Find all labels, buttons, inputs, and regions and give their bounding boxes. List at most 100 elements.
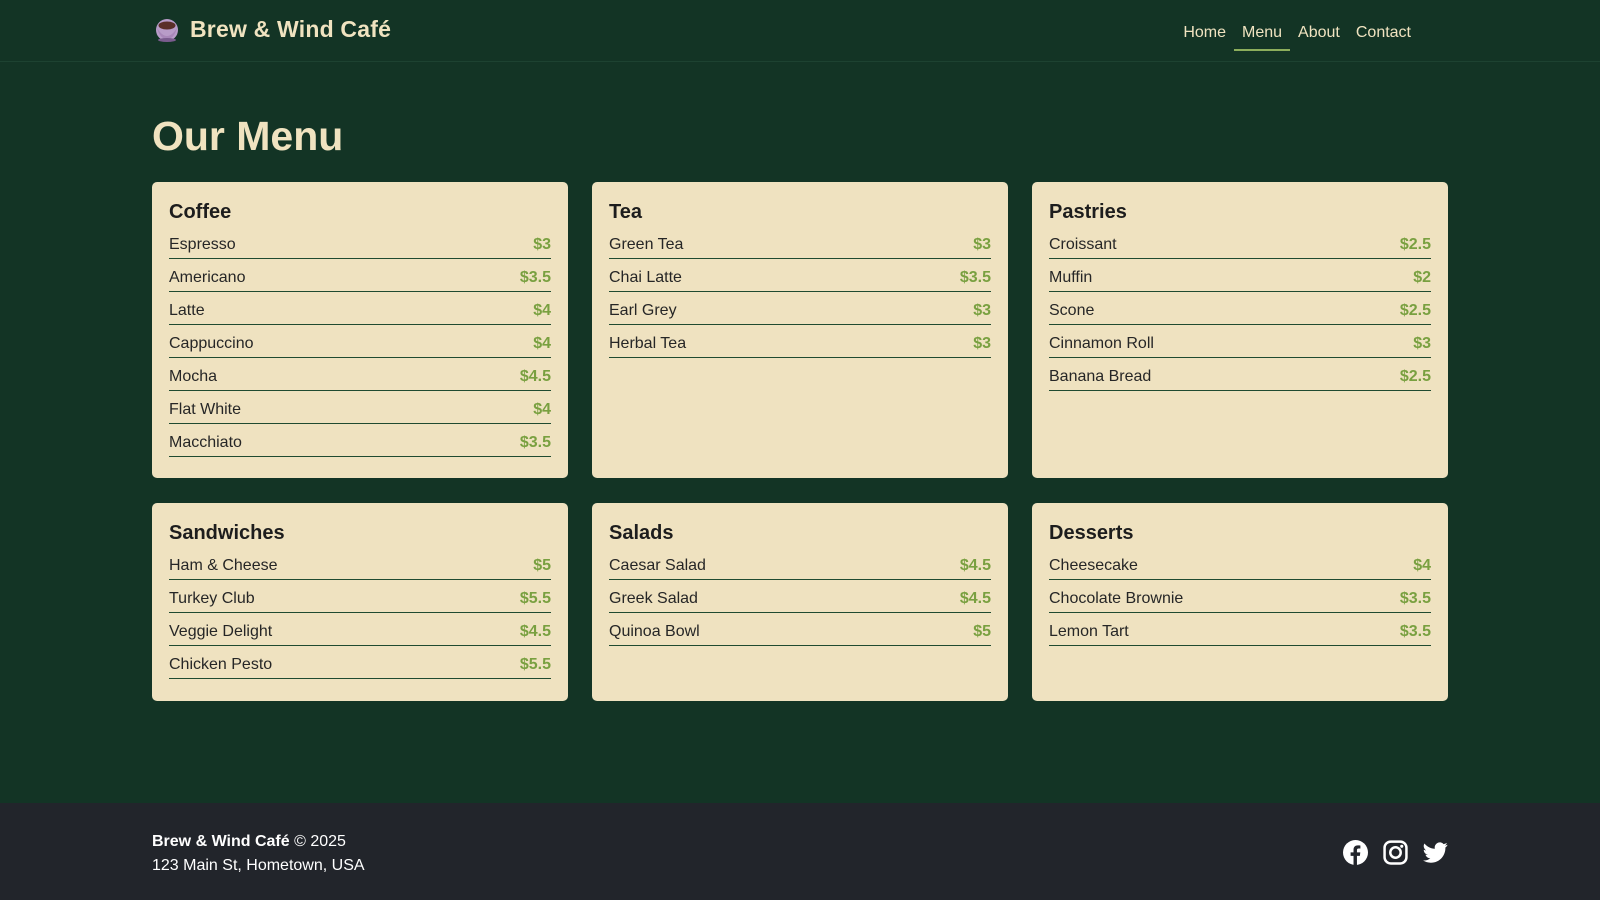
item-name: Turkey Club xyxy=(169,590,255,607)
item-name: Chocolate Brownie xyxy=(1049,590,1184,607)
coffee-cup-icon xyxy=(156,19,178,42)
menu-item: Mocha $4.5 xyxy=(169,358,551,391)
page-title: Our Menu xyxy=(152,113,344,159)
item-name: Mocha xyxy=(169,368,218,385)
item-price: $3 xyxy=(973,236,991,253)
item-name: Quinoa Bowl xyxy=(609,623,700,640)
menu-item: Chai Latte $3.5 xyxy=(609,259,991,292)
menu-item: Latte $4 xyxy=(169,292,551,325)
item-price: $4.5 xyxy=(519,368,551,385)
item-price: $3 xyxy=(1413,335,1431,352)
item-name: Macchiato xyxy=(169,434,242,451)
item-name: Scone xyxy=(1049,302,1095,319)
footer-info: Brew & Wind Café © 2025 123 Main St, Hom… xyxy=(152,830,365,878)
item-price: $2.5 xyxy=(1399,236,1431,253)
menu-card-sandwiches: Sandwiches Ham & Cheese $5 Turkey Club $5.… xyxy=(152,503,568,701)
item-name: Earl Grey xyxy=(609,302,677,319)
item-price: $5 xyxy=(973,623,991,640)
menu-item: Chocolate Brownie $3.5 xyxy=(1049,580,1431,613)
menu-item: Cinnamon Roll $3 xyxy=(1049,325,1431,358)
item-price: $3 xyxy=(973,335,991,352)
menu-item: Cappuccino $4 xyxy=(169,325,551,358)
item-name: Americano xyxy=(169,269,246,286)
item-name: Ham & Cheese xyxy=(169,557,278,574)
menu-item: Turkey Club $5.5 xyxy=(169,580,551,613)
item-price: $2.5 xyxy=(1399,302,1431,319)
menu-item: Banana Bread $2.5 xyxy=(1049,358,1431,391)
item-name: Banana Bread xyxy=(1049,368,1152,385)
item-name: Cinnamon Roll xyxy=(1049,335,1154,352)
instagram-icon[interactable] xyxy=(1383,840,1408,865)
item-name: Flat White xyxy=(169,401,242,418)
footer-copyright-line: Brew & Wind Café © 2025 xyxy=(152,830,365,854)
site-header: Brew & Wind Café Home Menu About Contact xyxy=(0,0,1600,62)
card-title: Coffee xyxy=(169,201,232,223)
item-name: Cappuccino xyxy=(169,335,254,352)
item-name: Chai Latte xyxy=(609,269,682,286)
item-price: $4 xyxy=(1413,557,1431,574)
item-name: Croissant xyxy=(1049,236,1117,253)
item-name: Muffin xyxy=(1049,269,1093,286)
item-price: $4 xyxy=(533,335,551,352)
item-price: $3.5 xyxy=(519,269,551,286)
menu-card-tea: Tea Green Tea $3 Chai Latte $3.5 Earl Grey… xyxy=(592,182,1008,478)
menu-item: Espresso $3 xyxy=(169,226,551,259)
menu-item: Quinoa Bowl $5 xyxy=(609,613,991,646)
menu-item: Chicken Pesto $5.5 xyxy=(169,646,551,679)
item-name: Espresso xyxy=(169,236,236,253)
item-price: $2 xyxy=(1413,269,1431,286)
nav-home[interactable]: Home xyxy=(1175,20,1234,51)
menu-item: Ham & Cheese $5 xyxy=(169,547,551,580)
item-name: Greek Salad xyxy=(609,590,698,607)
menu-item: Greek Salad $4.5 xyxy=(609,580,991,613)
menu-item: Herbal Tea $3 xyxy=(609,325,991,358)
menu-item: Earl Grey $3 xyxy=(609,292,991,325)
main-nav: Home Menu About Contact xyxy=(1175,20,1419,51)
item-price: $4.5 xyxy=(959,590,991,607)
nav-contact[interactable]: Contact xyxy=(1348,20,1419,51)
menu-grid: Coffee Espresso $3 Americano $3.5 Latte $4 … xyxy=(152,182,1448,701)
menu-item: Muffin $2 xyxy=(1049,259,1431,292)
item-price: $5.5 xyxy=(519,590,551,607)
item-price: $5.5 xyxy=(519,656,551,673)
item-price: $3.5 xyxy=(1399,623,1431,640)
menu-item: Americano $3.5 xyxy=(169,259,551,292)
item-name: Veggie Delight xyxy=(169,623,273,640)
menu-card-desserts: Desserts Cheesecake $4 Chocolate Brownie $… xyxy=(1032,503,1448,701)
card-title: Salads xyxy=(609,522,674,544)
item-name: Latte xyxy=(169,302,205,319)
nav-about[interactable]: About xyxy=(1290,20,1348,51)
menu-item: Caesar Salad $4.5 xyxy=(609,547,991,580)
brand[interactable]: Brew & Wind Café xyxy=(152,14,391,44)
menu-item: Cheesecake $4 xyxy=(1049,547,1431,580)
footer-address: 123 Main St, Hometown, USA xyxy=(152,857,365,874)
facebook-icon[interactable] xyxy=(1343,840,1368,865)
card-title: Desserts xyxy=(1049,522,1134,544)
menu-item: Veggie Delight $4.5 xyxy=(169,613,551,646)
menu-card-pastries: Pastries Croissant $2.5 Muffin $2 Scone $2.… xyxy=(1032,182,1448,478)
card-title: Sandwiches xyxy=(169,522,285,544)
menu-card-coffee: Coffee Espresso $3 Americano $3.5 Latte $4 … xyxy=(152,182,568,478)
item-price: $4 xyxy=(533,401,551,418)
item-name: Lemon Tart xyxy=(1049,623,1129,640)
menu-item: Scone $2.5 xyxy=(1049,292,1431,325)
menu-item: Macchiato $3.5 xyxy=(169,424,551,457)
item-price: $4 xyxy=(533,302,551,319)
item-price: $5 xyxy=(533,557,551,574)
nav-menu[interactable]: Menu xyxy=(1234,20,1291,51)
item-price: $3 xyxy=(533,236,551,253)
item-price: $3 xyxy=(973,302,991,319)
item-price: $4.5 xyxy=(959,557,991,574)
item-price: $2.5 xyxy=(1399,368,1431,385)
card-title: Pastries xyxy=(1049,201,1127,223)
social-links xyxy=(1343,840,1448,865)
footer-brand: Brew & Wind Café xyxy=(152,833,290,850)
brand-name: Brew & Wind Café xyxy=(190,15,392,42)
twitter-icon[interactable] xyxy=(1423,840,1448,865)
site-footer: Brew & Wind Café © 2025 123 Main St, Hom… xyxy=(0,803,1600,900)
menu-card-salads: Salads Caesar Salad $4.5 Greek Salad $4.5 … xyxy=(592,503,1008,701)
menu-item: Lemon Tart $3.5 xyxy=(1049,613,1431,646)
item-price: $3.5 xyxy=(959,269,991,286)
card-title: Tea xyxy=(609,201,642,223)
menu-item: Green Tea $3 xyxy=(609,226,991,259)
